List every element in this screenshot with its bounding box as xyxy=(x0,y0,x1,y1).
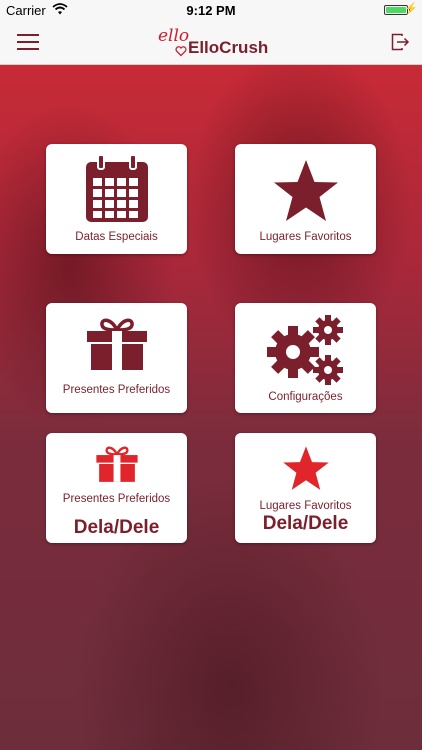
tile-label: Datas Especiais xyxy=(75,231,158,243)
tile-lugares-favoritos[interactable]: Lugares Favoritos xyxy=(235,144,376,254)
logo-script: ello xyxy=(158,26,190,46)
tile-label: Presentes Preferidos xyxy=(62,493,171,505)
clock: 9:12 PM xyxy=(186,3,236,18)
gift-icon xyxy=(86,318,147,370)
star-icon xyxy=(282,446,329,490)
calendar-icon xyxy=(85,154,148,222)
nav-bar: ello ElloCrush xyxy=(0,20,422,65)
hamburger-menu-icon[interactable] xyxy=(17,34,39,50)
gears-icon xyxy=(266,315,343,385)
logo-text: ElloCrush xyxy=(188,38,269,57)
tile-datas-especiais[interactable]: Datas Especiais xyxy=(46,144,187,254)
main-content: Datas Especiais Lugares Favoritos Presen… xyxy=(0,65,422,750)
tile-sublabel: Dela/Dele xyxy=(73,517,160,538)
tile-configuracoes[interactable]: Configurações xyxy=(235,303,376,413)
charging-icon: ⚡ xyxy=(404,3,418,15)
tile-presentes-preferidos-dela-dele[interactable]: Presentes Preferidos Dela/Dele xyxy=(46,433,187,543)
tile-label: Configurações xyxy=(268,391,343,403)
tile-label: Lugares Favoritos xyxy=(259,500,352,512)
status-bar: Carrier 9:12 PM ⚡ xyxy=(0,0,422,20)
tile-lugares-favoritos-dela-dele[interactable]: Lugares Favoritos Dela/Dele xyxy=(235,433,376,543)
tile-sublabel: Dela/Dele xyxy=(262,513,349,534)
gift-icon xyxy=(95,446,138,482)
star-icon xyxy=(273,160,338,221)
tile-label: Lugares Favoritos xyxy=(259,231,352,243)
logout-icon[interactable] xyxy=(390,32,410,52)
heart-icon xyxy=(175,46,187,57)
tile-presentes-preferidos[interactable]: Presentes Preferidos xyxy=(46,303,187,413)
tile-label: Presentes Preferidos xyxy=(62,384,171,396)
